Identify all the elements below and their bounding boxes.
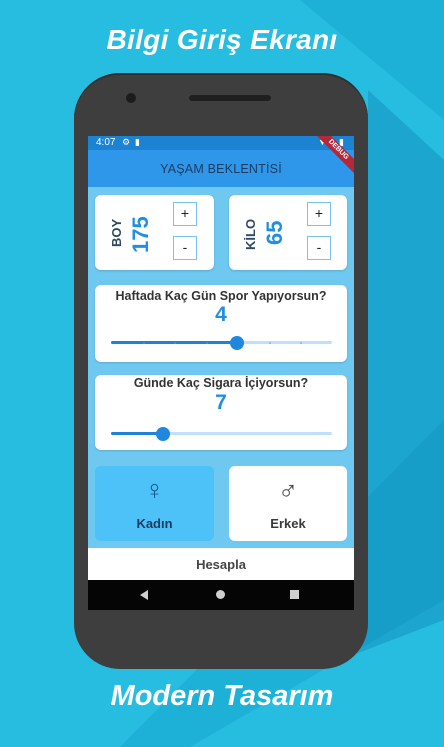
sd-card-icon: ▮ <box>135 137 140 147</box>
settings-icon: ⚙ <box>122 137 131 147</box>
back-icon[interactable] <box>140 590 148 600</box>
sport-value: 4 <box>215 303 227 326</box>
slider-tick <box>268 341 271 344</box>
height-minus-button[interactable]: - <box>173 236 197 260</box>
slider-tick <box>174 341 177 344</box>
sport-slider-thumb[interactable] <box>230 335 245 350</box>
camera <box>126 93 136 103</box>
gender-male-button[interactable]: ♂ Erkek <box>229 466 347 541</box>
app-screen: 4:07 ⚙ ▮ ▼ ▮ YAŞAM BEKLENTİSİ DEBUG BOY … <box>88 136 354 610</box>
smoke-slider-fill <box>111 432 163 435</box>
slider-tick <box>142 341 145 344</box>
status-bar: 4:07 ⚙ ▮ ▼ ▮ <box>88 136 354 150</box>
height-plus-button[interactable]: + <box>173 202 197 226</box>
app-bar: YAŞAM BEKLENTİSİ <box>88 150 354 187</box>
home-icon[interactable] <box>216 590 225 599</box>
promo-title-bottom: Modern Tasarım <box>110 680 334 712</box>
gender-female-button[interactable]: ♀ Kadın <box>95 466 214 541</box>
recent-apps-icon[interactable] <box>290 590 299 599</box>
content-area: BOY 175 + - KİLO 65 + - Haftada Kaç Gün … <box>88 187 354 557</box>
speaker <box>189 95 271 101</box>
weight-value: 65 <box>262 220 287 245</box>
weight-plus-button[interactable]: + <box>307 202 331 226</box>
sport-card: Haftada Kaç Gün Spor Yapıyorsun? 4 <box>95 285 347 362</box>
navigation-bar <box>88 580 354 610</box>
promo-title-top: Bilgi Giriş Ekranı <box>106 24 338 55</box>
sport-slider[interactable] <box>111 335 332 350</box>
gender-female-label: Kadın <box>136 516 173 531</box>
female-symbol-icon: ♀ <box>144 475 165 505</box>
height-value: 175 <box>128 216 153 253</box>
slider-tick <box>205 341 208 344</box>
weight-label: KİLO <box>243 218 258 250</box>
smoke-question: Günde Kaç Sigara İçiyorsun? <box>133 376 309 390</box>
slider-tick <box>300 341 303 344</box>
app-title: YAŞAM BEKLENTİSİ <box>160 161 282 176</box>
height-card: BOY 175 + - <box>95 195 214 270</box>
calculate-button[interactable]: Hesapla <box>88 548 354 580</box>
height-label: BOY <box>109 218 124 247</box>
status-time: 4:07 <box>96 137 116 148</box>
weight-card: KİLO 65 + - <box>229 195 347 270</box>
smoke-card: Günde Kaç Sigara İçiyorsun? 7 <box>95 375 347 450</box>
calculate-label: Hesapla <box>196 556 246 572</box>
gender-male-label: Erkek <box>270 516 306 531</box>
male-symbol-icon: ♂ <box>277 476 299 506</box>
smoke-slider-thumb[interactable] <box>155 426 170 441</box>
sport-question: Haftada Kaç Gün Spor Yapıyorsun? <box>115 289 327 303</box>
smoke-slider[interactable] <box>111 426 332 441</box>
weight-minus-button[interactable]: - <box>307 236 331 260</box>
smoke-value: 7 <box>215 391 227 414</box>
